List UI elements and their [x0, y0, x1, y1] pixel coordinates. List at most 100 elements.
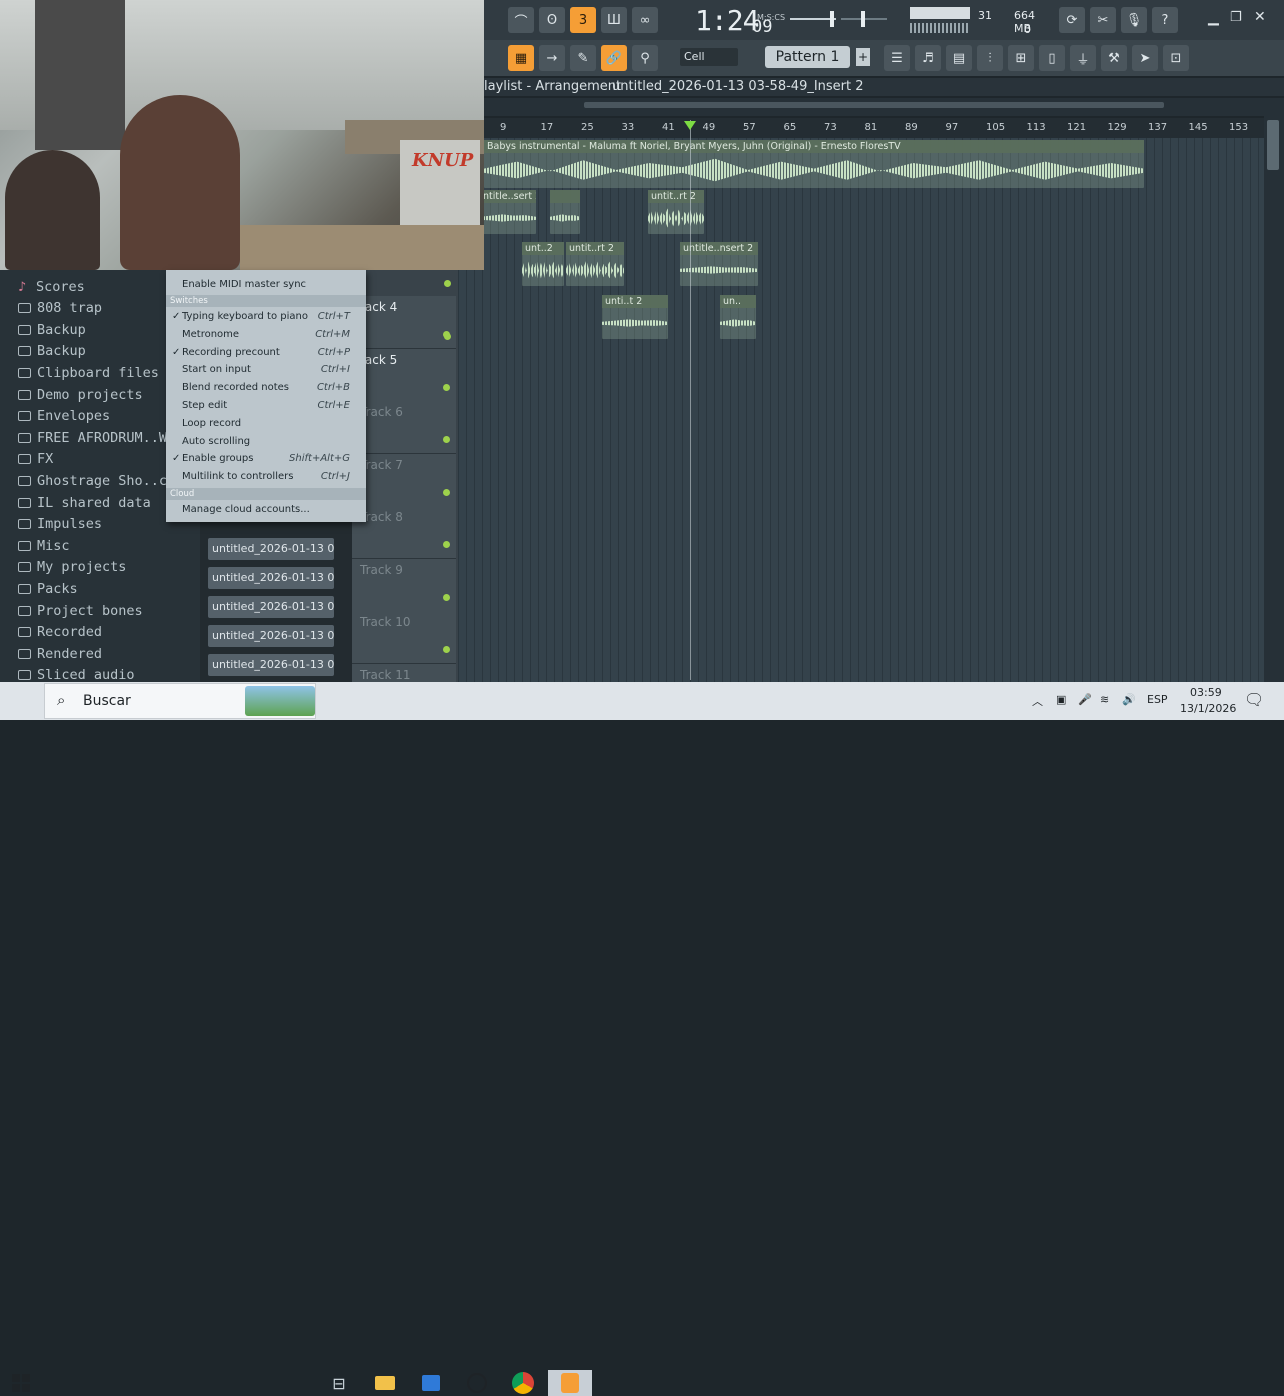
pencil-icon[interactable]: ✎ — [570, 45, 596, 71]
menu-item[interactable]: Auto scrolling — [166, 433, 366, 451]
vertical-scrollbar[interactable] — [1264, 98, 1284, 682]
picker-item[interactable]: untitled_2026-01-13 03- — [208, 567, 334, 589]
piano-roll-icon[interactable]: ♬ — [915, 45, 941, 71]
loop-record-icon[interactable]: ∞ — [632, 7, 658, 33]
menu-item[interactable]: ✓ Typing keyboard to piano Ctrl+T — [166, 308, 366, 326]
tray-time[interactable]: 03:59 — [1190, 686, 1222, 699]
add-pattern-button[interactable]: + — [856, 48, 870, 66]
taskbar-search[interactable]: ⌕ Buscar — [44, 683, 316, 719]
track-header[interactable]: Track 6 — [352, 401, 456, 454]
menu-item[interactable]: ✓ Enable groups Shift+Alt+G — [166, 450, 366, 468]
track-header[interactable]: Track 10 — [352, 611, 456, 664]
restore-icon[interactable]: ❐ — [1230, 10, 1242, 25]
browser-item[interactable]: Envelopes — [18, 406, 110, 427]
tray-device-icon[interactable]: ▣ — [1056, 693, 1066, 706]
playlist-clip[interactable]: ntitle..sert 2 — [480, 190, 536, 234]
mixer-icon[interactable]: ⫶ — [977, 45, 1003, 71]
browser-item[interactable]: Rendered — [18, 643, 102, 664]
metronome-icon[interactable]: ⌒ — [508, 7, 534, 33]
menu-item-cloud-accounts[interactable]: Manage cloud accounts... — [166, 501, 366, 519]
track-mute-led[interactable] — [443, 488, 450, 496]
typing-keyboard-icon[interactable]: ▦ — [508, 45, 534, 71]
menu-item[interactable]: ✓ Recording precount Ctrl+P — [166, 344, 366, 362]
step-edit-icon[interactable]: Ш — [601, 7, 627, 33]
tray-chevron-icon[interactable]: ︿ — [1032, 693, 1043, 709]
reset-icon[interactable]: ⟳ — [1059, 7, 1085, 33]
playlist-grid[interactable]: Babys instrumental - Maluma ft Noriel, B… — [458, 138, 1264, 682]
track-mute-led[interactable] — [444, 280, 451, 287]
track-mute-led[interactable] — [443, 646, 450, 653]
picker-item[interactable]: untitled_2026-01-13 03- — [208, 625, 334, 647]
master-volume-slider[interactable] — [790, 8, 836, 30]
snap-select[interactable]: Cell — [680, 48, 738, 66]
link-icon[interactable]: 🔗 — [601, 45, 627, 71]
menu-item[interactable]: Blend recorded notes Ctrl+B — [166, 379, 366, 397]
tray-volume-icon[interactable]: 🔊 — [1122, 693, 1136, 706]
menu-item[interactable]: Loop record — [166, 415, 366, 433]
track-header[interactable]: Track 9 — [352, 558, 456, 612]
task-view-icon[interactable]: ⊟ — [326, 1370, 352, 1396]
browser-item[interactable]: Misc — [18, 535, 70, 556]
track-header[interactable]: Track 8 — [352, 506, 456, 559]
browser-item[interactable]: FX — [18, 449, 53, 470]
tray-date[interactable]: 13/1/2026 — [1180, 702, 1236, 715]
playlist-clip[interactable] — [550, 190, 580, 234]
menu-item[interactable]: Multilink to controllers Ctrl+J — [166, 468, 366, 486]
menu-item[interactable]: Metronome Ctrl+M — [166, 326, 366, 344]
mic-icon[interactable]: 🎙 — [1121, 7, 1147, 33]
playlist-clip[interactable]: unti..t 2 — [602, 295, 668, 339]
track-mute-led[interactable] — [443, 436, 450, 443]
tray-mic-icon[interactable]: 🎤 — [1078, 693, 1092, 706]
playlist-clip[interactable]: Babys instrumental - Maluma ft Noriel, B… — [484, 140, 1144, 188]
help-icon[interactable]: ? — [1152, 7, 1178, 33]
playlist-clip[interactable]: untitle..nsert 2 — [680, 242, 758, 286]
arrow-right-icon[interactable]: → — [539, 45, 565, 71]
browser-item[interactable]: Recorded — [18, 622, 102, 643]
track-header[interactable]: rack 4 — [352, 296, 456, 349]
playlist-clip[interactable]: untit..rt 2 — [566, 242, 624, 286]
close-icon[interactable]: ✕ — [1254, 9, 1266, 25]
notifications-icon[interactable]: 🗨 — [1244, 690, 1264, 709]
picker-item[interactable]: untitled_2026-01-13 03- — [208, 596, 334, 618]
time-ruler[interactable]: 9 17 25 33 41 49 57 65 73 81 89 97 105 113 121 129 137 14… — [484, 118, 1264, 138]
file-explorer-icon[interactable] — [372, 1370, 398, 1396]
store-icon[interactable] — [418, 1370, 444, 1396]
start-icon[interactable] — [8, 1370, 34, 1396]
browser-item[interactable]: Demo projects — [18, 384, 143, 405]
playlist-icon[interactable]: ☰ — [884, 45, 910, 71]
track-mute-led[interactable] — [443, 541, 450, 548]
master-pitch-slider[interactable] — [841, 8, 887, 30]
chrome-icon[interactable] — [510, 1370, 536, 1396]
browser-item[interactable]: 808 trap — [18, 298, 102, 319]
browser-icon[interactable]: ⊞ — [1008, 45, 1034, 71]
browser-item[interactable]: Project bones — [18, 600, 143, 621]
project-icon[interactable]: ▯ — [1039, 45, 1065, 71]
picker-item[interactable]: untitled_2026-01-13 03- — [208, 538, 334, 560]
menu-item[interactable]: Step edit Ctrl+E — [166, 397, 366, 415]
cart-icon[interactable]: ⊡ — [1163, 45, 1189, 71]
vertical-scroll-thumb[interactable] — [1267, 120, 1279, 170]
horizontal-scrollbar[interactable] — [484, 98, 1264, 116]
send-icon[interactable]: ➤ — [1132, 45, 1158, 71]
wait-input-icon[interactable]: ʘ — [539, 7, 565, 33]
minimize-icon[interactable]: ▁ — [1208, 10, 1219, 26]
browser-item[interactable]: IL shared data — [18, 492, 151, 513]
stamp-icon[interactable]: ⚲ — [632, 45, 658, 71]
browser-item[interactable]: Backup — [18, 319, 86, 340]
browser-item[interactable]: ♪ Scores — [18, 276, 85, 297]
tools-icon[interactable]: ⚒ — [1101, 45, 1127, 71]
menu-item-midi-sync[interactable]: Enable MIDI master sync — [166, 276, 366, 294]
browser-item[interactable]: Clipboard files — [18, 362, 159, 383]
tray-wifi-icon[interactable]: ≋ — [1100, 693, 1109, 706]
plugin-icon[interactable]: ⏚ — [1070, 45, 1096, 71]
channel-rack-icon[interactable]: ▤ — [946, 45, 972, 71]
track-header[interactable]: Track 7 — [352, 453, 456, 507]
browser-item[interactable]: Backup — [18, 341, 86, 362]
browser-item[interactable]: Impulses — [18, 514, 102, 535]
app-circle-icon[interactable] — [464, 1370, 490, 1396]
tray-language[interactable]: ESP — [1147, 693, 1168, 706]
track-mute-led[interactable] — [443, 593, 450, 601]
browser-item[interactable]: Packs — [18, 578, 78, 599]
cut-icon[interactable]: ✂ — [1090, 7, 1116, 33]
track-mute-led[interactable] — [444, 333, 451, 340]
